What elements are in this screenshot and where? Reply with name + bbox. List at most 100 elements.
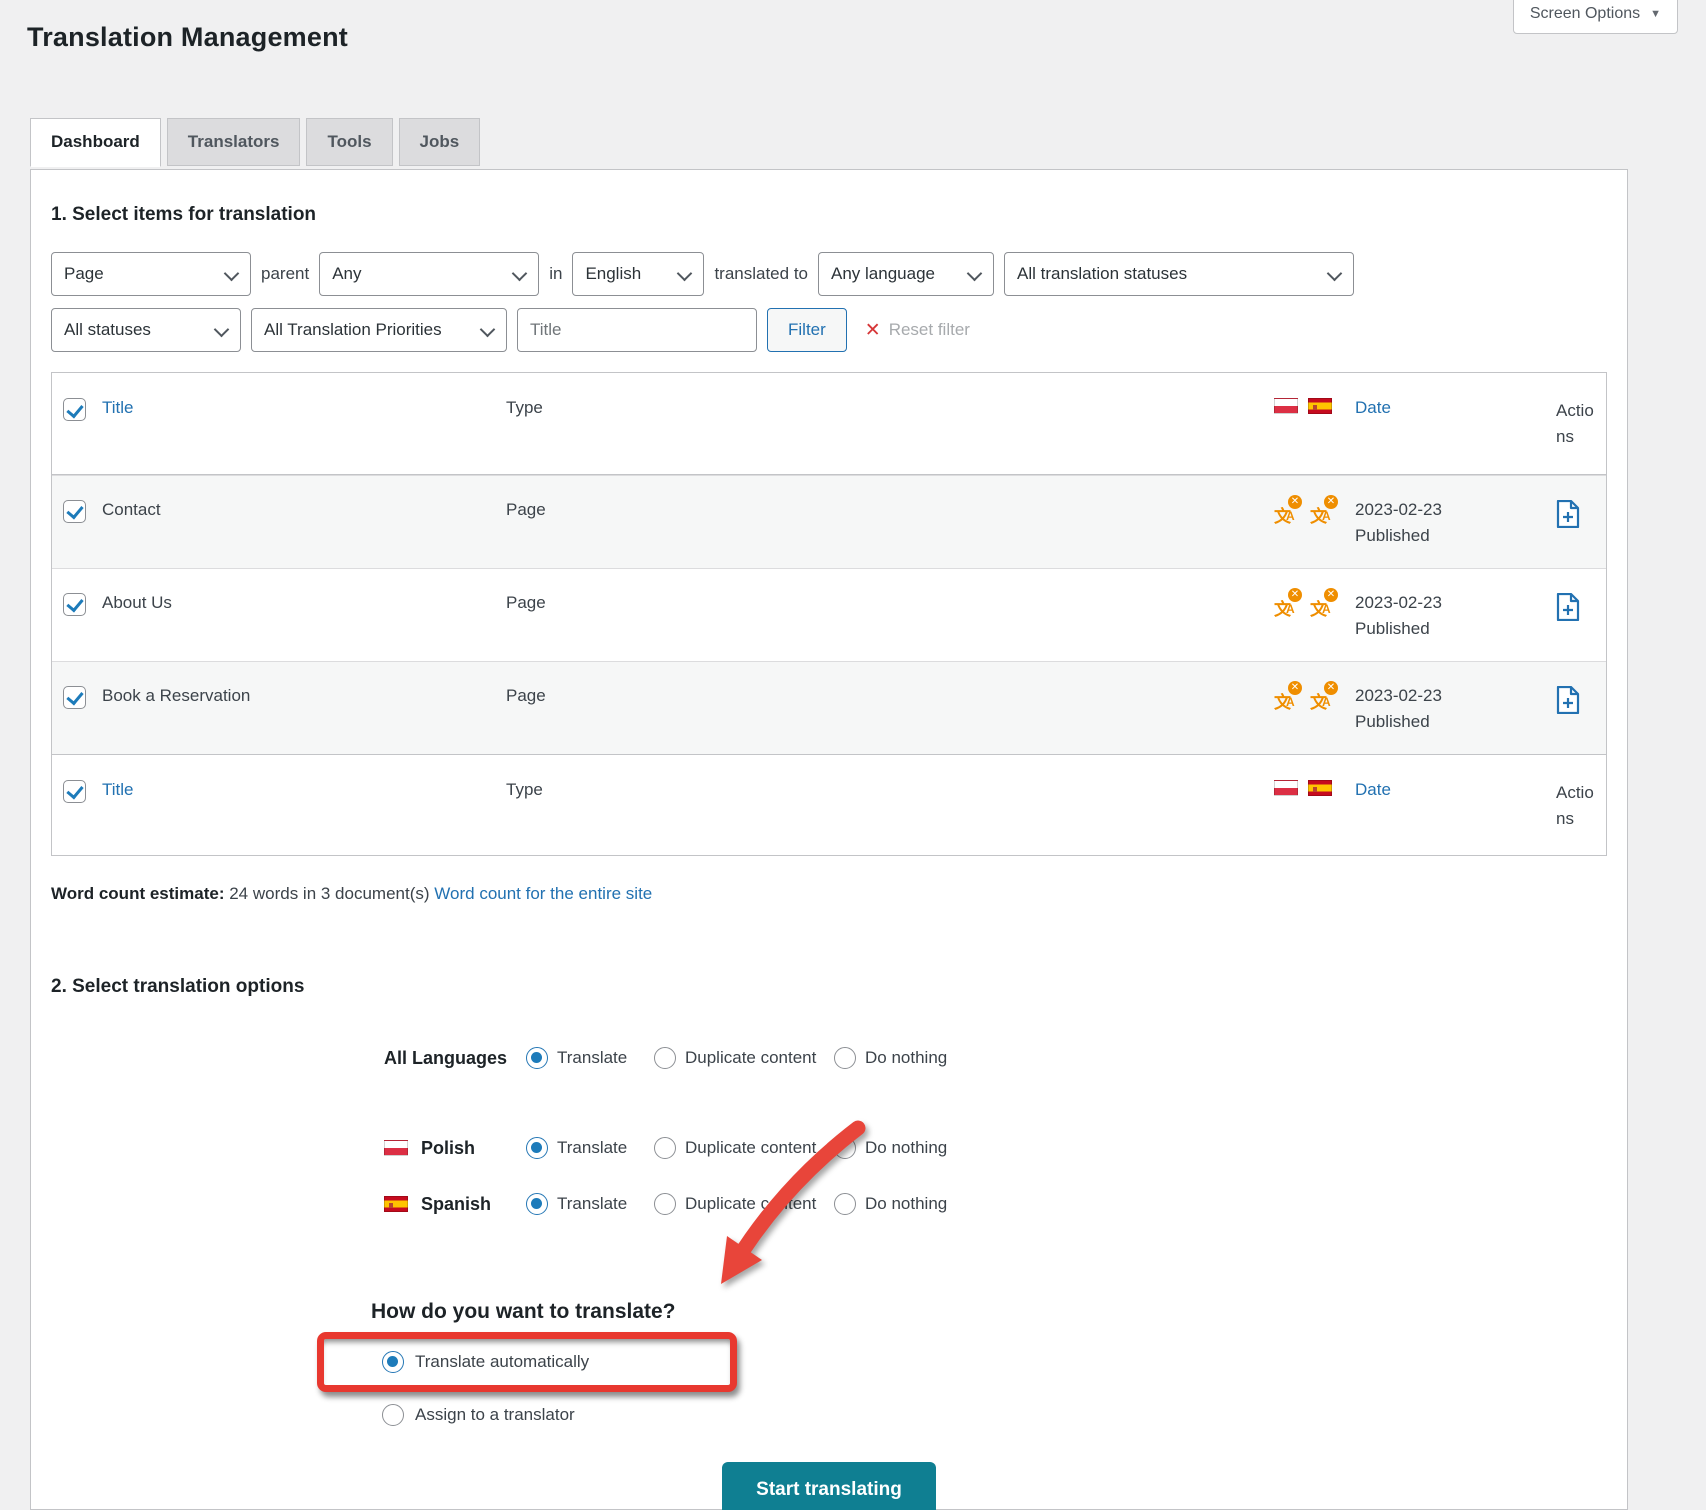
title-search-input[interactable] [517, 308, 757, 352]
parent-select[interactable]: Any [319, 252, 539, 296]
source-language-select[interactable]: English [572, 252, 704, 296]
actions-header: Actions [1550, 755, 1608, 856]
needs-translation-es-icon[interactable]: 文A✕ [1310, 686, 1336, 710]
option-row-spanish: Spanish Translate Duplicate content Do n… [384, 1190, 1607, 1218]
tab-label: Translators [188, 132, 280, 151]
sort-date-link[interactable]: Date [1355, 780, 1391, 799]
do-nothing-label: Do nothing [865, 1194, 947, 1214]
all-duplicate-radio[interactable] [654, 1047, 676, 1069]
priority-select[interactable]: All Translation Priorities [251, 308, 507, 352]
all-do-nothing-radio[interactable] [834, 1047, 856, 1069]
sort-title-link[interactable]: Title [102, 398, 134, 417]
type-header: Type [500, 373, 1268, 441]
parent-value: Any [332, 264, 361, 284]
language-options: All Languages Translate Duplicate conten… [51, 1044, 1607, 1218]
target-language-value: Any language [831, 264, 935, 284]
row-checkbox[interactable] [63, 500, 86, 523]
spanish-flag-icon [1308, 398, 1332, 414]
word-count-text: 24 words in 3 document(s) [229, 884, 429, 903]
table-header-row: Title Type Date Actions [52, 373, 1606, 475]
needs-translation-pl-icon[interactable]: 文A✕ [1274, 686, 1300, 710]
screen-options-button[interactable]: Screen Options ▼ [1513, 0, 1678, 34]
select-all-checkbox[interactable] [63, 780, 86, 803]
assign-to-translator-radio[interactable] [382, 1404, 404, 1426]
filter-row-2: All statuses All Translation Priorities … [51, 308, 1607, 352]
word-count-label: Word count estimate: [51, 884, 224, 903]
tab-jobs[interactable]: Jobs [399, 118, 481, 166]
add-translation-icon[interactable] [1556, 593, 1580, 621]
needs-translation-es-icon[interactable]: 文A✕ [1310, 500, 1336, 524]
row-title: About Us [96, 569, 500, 635]
row-title: Contact [96, 476, 500, 542]
polish-do-nothing-radio[interactable] [834, 1137, 856, 1159]
table-row-book-a-reservation: Book a Reservation Page 文A✕ 文A✕ 2023-02-… [52, 661, 1606, 754]
spanish-flag-icon [384, 1196, 408, 1212]
translation-status-select[interactable]: All translation statuses [1004, 252, 1354, 296]
items-table: Title Type Date Actions Contact Page 文A✕… [51, 372, 1607, 856]
row-date: 2023-02-23 [1355, 686, 1544, 706]
tab-bar: Dashboard Translators Tools Jobs [30, 118, 480, 166]
polish-flag-icon [1274, 398, 1298, 414]
polish-translate-radio[interactable] [526, 1137, 548, 1159]
target-language-select[interactable]: Any language [818, 252, 994, 296]
tab-label: Tools [327, 132, 371, 151]
tab-dashboard[interactable]: Dashboard [30, 118, 161, 167]
post-status-value: All statuses [64, 320, 151, 340]
spanish-duplicate-radio[interactable] [654, 1193, 676, 1215]
parent-label: parent [261, 264, 309, 284]
translate-automatically-radio[interactable] [382, 1351, 404, 1373]
option-row-polish: Polish Translate Duplicate content Do no… [384, 1134, 1607, 1162]
page-title: Translation Management [27, 22, 348, 53]
how-to-translate-heading: How do you want to translate? [371, 1300, 1607, 1324]
all-translate-radio[interactable] [526, 1047, 548, 1069]
translate-label: Translate [557, 1048, 627, 1068]
tab-label: Jobs [420, 132, 460, 151]
reset-x-icon: ✕ [865, 319, 881, 342]
row-type: Page [500, 476, 1268, 542]
reset-filter-link[interactable]: ✕ Reset filter [865, 319, 970, 342]
duplicate-label: Duplicate content [685, 1194, 816, 1214]
row-title: Book a Reservation [96, 662, 500, 728]
filter-row-1: Page parent Any in English translated to… [51, 252, 1607, 296]
word-count-site-link[interactable]: Word count for the entire site [434, 884, 652, 903]
polish-duplicate-radio[interactable] [654, 1137, 676, 1159]
dashboard-panel: 1. Select items for translation Page par… [30, 169, 1628, 1510]
row-type: Page [500, 569, 1268, 635]
spanish-flag-icon [1308, 780, 1332, 796]
translation-status-value: All translation statuses [1017, 264, 1187, 284]
start-translating-button[interactable]: Start translating [722, 1462, 936, 1510]
add-translation-icon[interactable] [1556, 500, 1580, 528]
row-checkbox[interactable] [63, 686, 86, 709]
translation-management-page: Translation Management Screen Options ▼ … [0, 0, 1706, 1510]
translated-to-label: translated to [714, 264, 808, 284]
needs-translation-es-icon[interactable]: 文A✕ [1310, 593, 1336, 617]
select-items-heading: 1. Select items for translation [51, 204, 1607, 226]
sort-date-link[interactable]: Date [1355, 398, 1391, 417]
translation-options-heading: 2. Select translation options [51, 976, 1607, 998]
table-row-contact: Contact Page 文A✕ 文A✕ 2023-02-23 Publishe… [52, 475, 1606, 568]
row-status: Published [1355, 526, 1544, 546]
tab-label: Dashboard [51, 132, 140, 151]
sort-title-link[interactable]: Title [102, 780, 134, 799]
post-type-value: Page [64, 264, 104, 284]
in-label: in [549, 264, 562, 284]
reset-filter-label: Reset filter [889, 320, 970, 340]
filter-button[interactable]: Filter [767, 308, 847, 352]
spanish-translate-radio[interactable] [526, 1193, 548, 1215]
needs-translation-pl-icon[interactable]: 文A✕ [1274, 500, 1300, 524]
tab-translators[interactable]: Translators [167, 118, 301, 166]
row-checkbox[interactable] [63, 593, 86, 616]
needs-translation-pl-icon[interactable]: 文A✕ [1274, 593, 1300, 617]
post-status-select[interactable]: All statuses [51, 308, 241, 352]
add-translation-icon[interactable] [1556, 686, 1580, 714]
polish-flag-icon [1274, 780, 1298, 796]
screen-options-label: Screen Options [1530, 5, 1640, 23]
translate-automatically-label: Translate automatically [415, 1352, 589, 1372]
tab-tools[interactable]: Tools [306, 118, 392, 166]
all-languages-label: All Languages [384, 1048, 507, 1069]
select-all-checkbox[interactable] [63, 398, 86, 421]
spanish-do-nothing-radio[interactable] [834, 1193, 856, 1215]
actions-header: Actions [1550, 373, 1608, 474]
translate-label: Translate [557, 1138, 627, 1158]
post-type-select[interactable]: Page [51, 252, 251, 296]
